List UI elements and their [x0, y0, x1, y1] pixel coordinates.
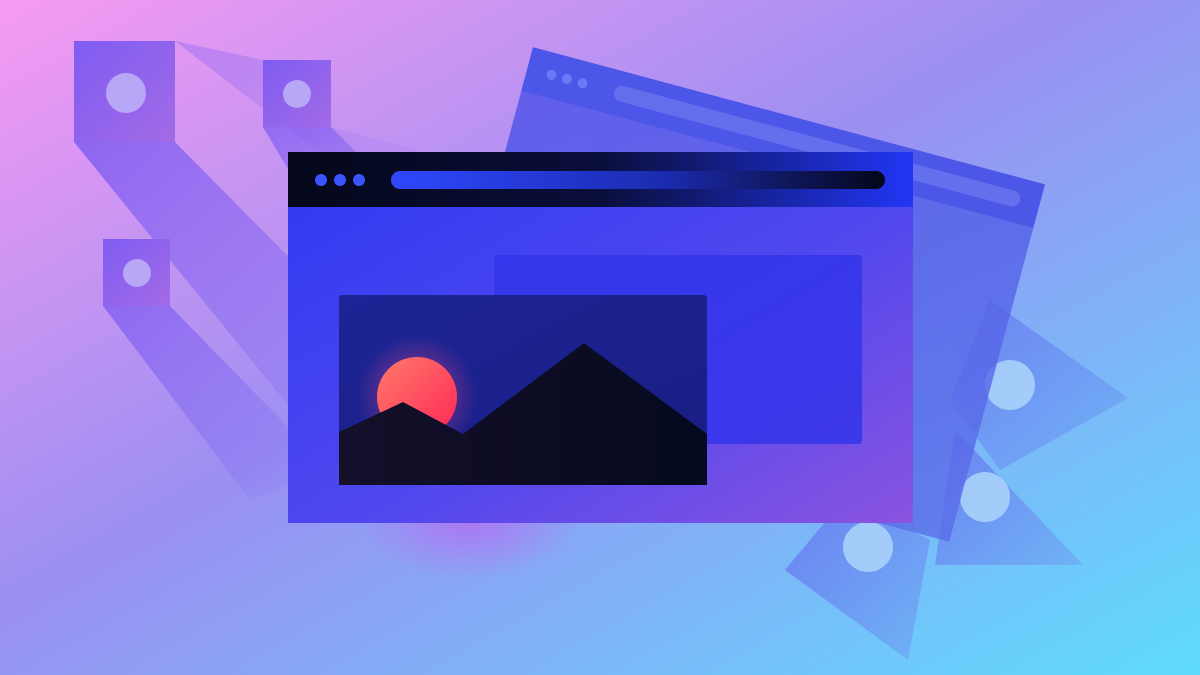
image-placeholder-icon	[339, 295, 707, 485]
window-dot-icon	[353, 174, 365, 186]
cube-dot-icon	[123, 259, 151, 287]
shape-dot-icon	[843, 522, 893, 572]
shape-dot-icon	[960, 472, 1010, 522]
window-dot-icon	[315, 174, 327, 186]
address-bar	[391, 171, 885, 189]
cube-dot-icon	[106, 73, 146, 113]
web-browser-illustration	[0, 0, 1200, 675]
window-dot-icon	[334, 174, 346, 186]
main-browser-window	[288, 152, 913, 523]
cube-dot-icon	[283, 80, 311, 108]
